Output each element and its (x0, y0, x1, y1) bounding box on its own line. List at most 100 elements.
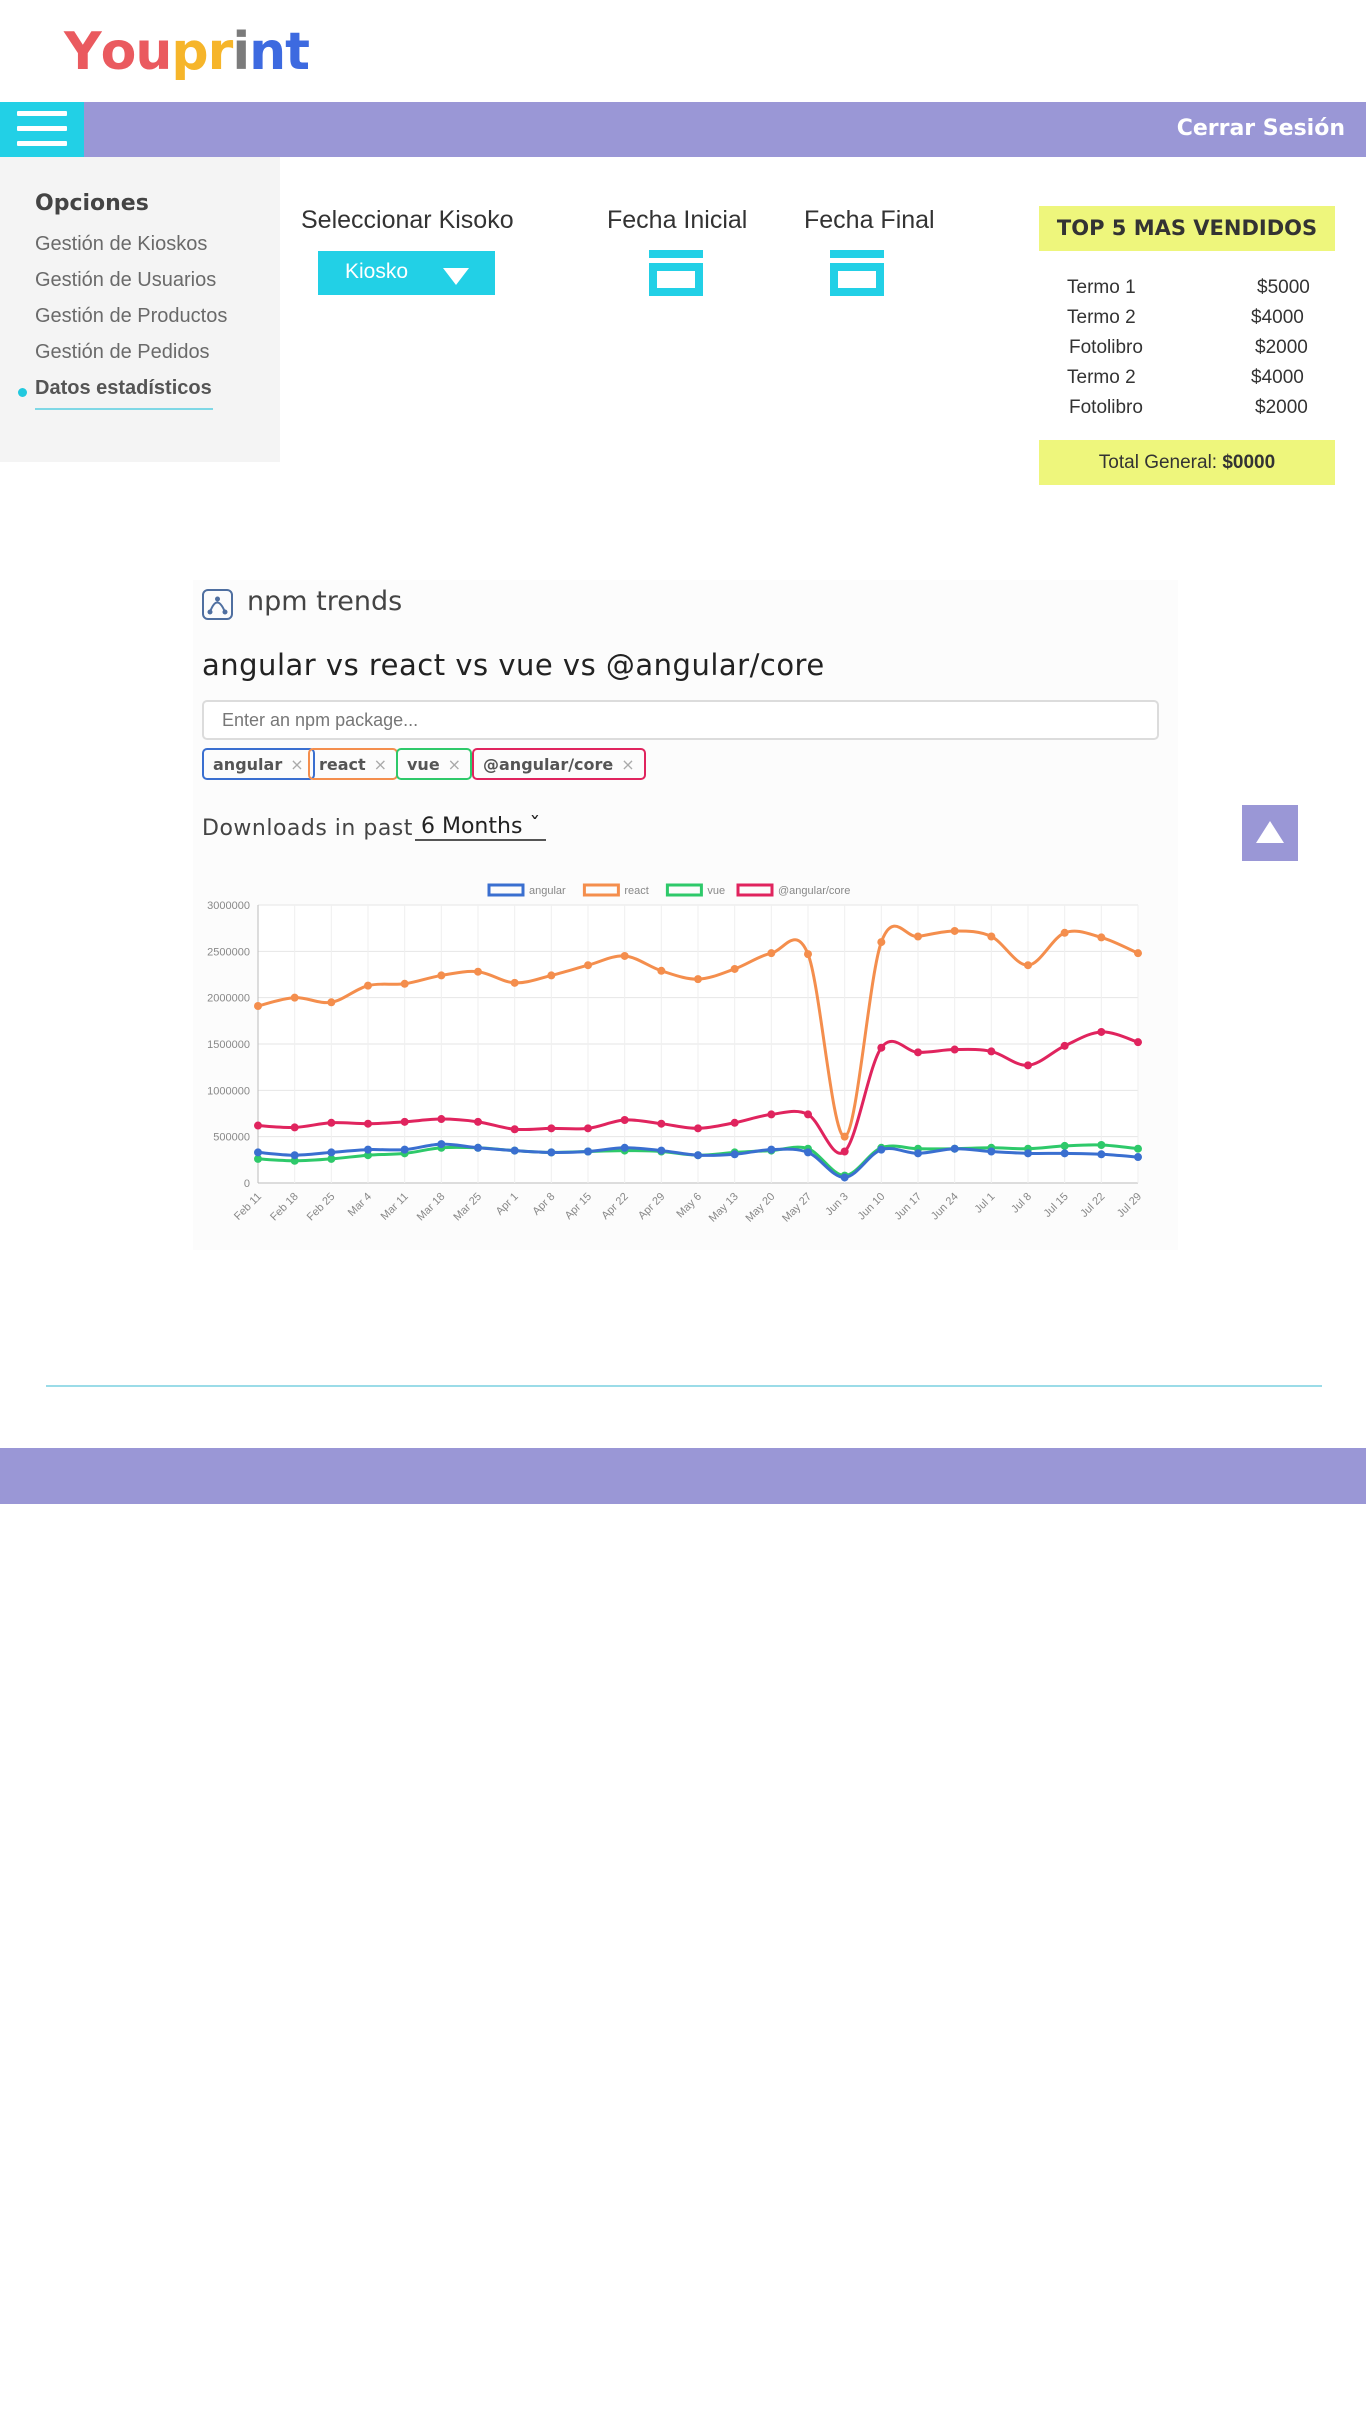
y-tick-label: 2000000 (207, 993, 250, 1005)
end-date-calendar-icon[interactable] (830, 250, 884, 296)
tag-angular-core[interactable]: @angular/core × (472, 748, 646, 780)
logo-letter: Y (64, 22, 102, 82)
data-point (1097, 933, 1106, 942)
tag-vue[interactable]: vue × (396, 748, 473, 780)
logo-letter: i (232, 22, 250, 82)
x-tick-label: Mar 25 (451, 1191, 484, 1224)
data-point (914, 1048, 922, 1057)
sidebar-item-kioskos[interactable]: Gestión de Kioskos (35, 233, 207, 256)
npm-trends-brand[interactable]: npm trends (247, 586, 402, 617)
x-tick-label: Jul 22 (1078, 1191, 1107, 1220)
data-point (767, 1145, 776, 1154)
remove-icon[interactable]: × (621, 755, 634, 774)
data-point (730, 964, 739, 973)
data-point (547, 1124, 556, 1133)
sidebar-item-pedidos[interactable]: Gestión de Pedidos (35, 341, 210, 364)
y-tick-label: 3000000 (207, 900, 250, 912)
data-point (914, 932, 922, 941)
remove-icon[interactable]: × (374, 755, 387, 774)
data-point (364, 1145, 372, 1154)
logout-link[interactable]: Cerrar Sesión (1177, 116, 1345, 141)
y-tick-label: 1500000 (207, 1039, 250, 1051)
data-point (950, 1144, 959, 1153)
data-point (400, 1117, 409, 1126)
caret-down-icon (443, 268, 469, 285)
x-tick-label: Jul 15 (1042, 1191, 1071, 1220)
data-point (657, 966, 666, 975)
scroll-to-top-button[interactable] (1242, 805, 1298, 861)
data-point (254, 1148, 262, 1157)
data-point (290, 1151, 299, 1160)
data-point (1024, 1061, 1032, 1070)
data-point (620, 1115, 629, 1124)
tag-label: react (319, 755, 366, 774)
data-point (1134, 949, 1142, 958)
start-date-label: Fecha Inicial (607, 206, 748, 234)
x-tick-label: May 13 (707, 1191, 741, 1225)
downloads-line-chart: 0 500000 1000000 1500000 2000000 2500000 30000… (207, 883, 1144, 1225)
top5-item-price: $5000 (1257, 277, 1310, 298)
data-point (1060, 1141, 1069, 1150)
x-tick-label: May 20 (743, 1191, 777, 1225)
x-tick-label: Jul 1 (973, 1191, 998, 1216)
sidebar-item-estadisticos[interactable]: Datos estadísticos (35, 377, 212, 400)
legend-swatch (582, 883, 620, 897)
legend-swatch (487, 883, 525, 897)
menu-button[interactable] (0, 102, 84, 157)
footer-bar (0, 1448, 1366, 1504)
data-point (987, 932, 996, 941)
data-point (804, 1148, 812, 1157)
x-tick-label: May 6 (674, 1191, 704, 1221)
logo-letter: n (249, 22, 286, 82)
start-date-calendar-icon[interactable] (649, 250, 703, 296)
data-point (877, 938, 886, 947)
legend-swatch (665, 883, 703, 897)
x-tick-label: Apr 15 (563, 1191, 594, 1222)
data-point (657, 1119, 666, 1128)
data-point (877, 1145, 886, 1154)
data-point (620, 951, 629, 960)
x-tick-label: Apr 29 (636, 1191, 667, 1222)
data-point (474, 1143, 482, 1152)
package-search-input[interactable] (202, 700, 1159, 740)
x-tick-label: Feb 25 (305, 1191, 338, 1224)
sidebar-item-usuarios[interactable]: Gestión de Usuarios (35, 269, 216, 292)
remove-icon[interactable]: × (448, 755, 461, 774)
x-tick-label: Jul 29 (1115, 1191, 1144, 1220)
active-underline (35, 408, 213, 410)
y-tick-label: 0 (244, 1178, 250, 1190)
sidebar-item-productos[interactable]: Gestión de Productos (35, 305, 227, 328)
data-point (327, 1118, 336, 1127)
data-point (1024, 1149, 1032, 1158)
data-point (840, 1132, 849, 1141)
data-point (584, 1147, 592, 1156)
top5-title: TOP 5 MAS VENDIDOS (1039, 206, 1335, 251)
top5-item-price: $4000 (1251, 367, 1304, 388)
data-point (950, 926, 959, 935)
data-point (730, 1150, 739, 1159)
remove-icon[interactable]: × (290, 755, 303, 774)
kiosk-dropdown[interactable]: Kiosko (318, 251, 495, 295)
x-tick-label: Apr 8 (530, 1191, 557, 1218)
tag-label: @angular/core (483, 755, 614, 774)
x-tick-label: Jun 10 (856, 1191, 888, 1223)
data-point (694, 1151, 702, 1160)
youprint-logo[interactable]: Youprint (64, 22, 310, 82)
data-point (400, 1145, 409, 1154)
period-select[interactable]: 6 Months ˇ (415, 814, 547, 841)
tag-angular[interactable]: angular × (202, 748, 315, 780)
data-point (1134, 1144, 1142, 1153)
data-point (950, 1045, 959, 1054)
data-point (620, 1143, 629, 1152)
data-point (657, 1146, 666, 1155)
legend-label: angular (529, 885, 566, 897)
legend-swatch (736, 883, 774, 897)
legend-label: react (624, 885, 648, 897)
top5-total: Total General: $0000 (1039, 440, 1335, 485)
data-point (914, 1149, 922, 1158)
x-tick-label: Apr 22 (599, 1191, 630, 1222)
tag-react[interactable]: react × (308, 748, 399, 780)
data-point (327, 1148, 336, 1157)
x-tick-label: May 27 (780, 1191, 814, 1225)
tag-label: angular (213, 755, 283, 774)
